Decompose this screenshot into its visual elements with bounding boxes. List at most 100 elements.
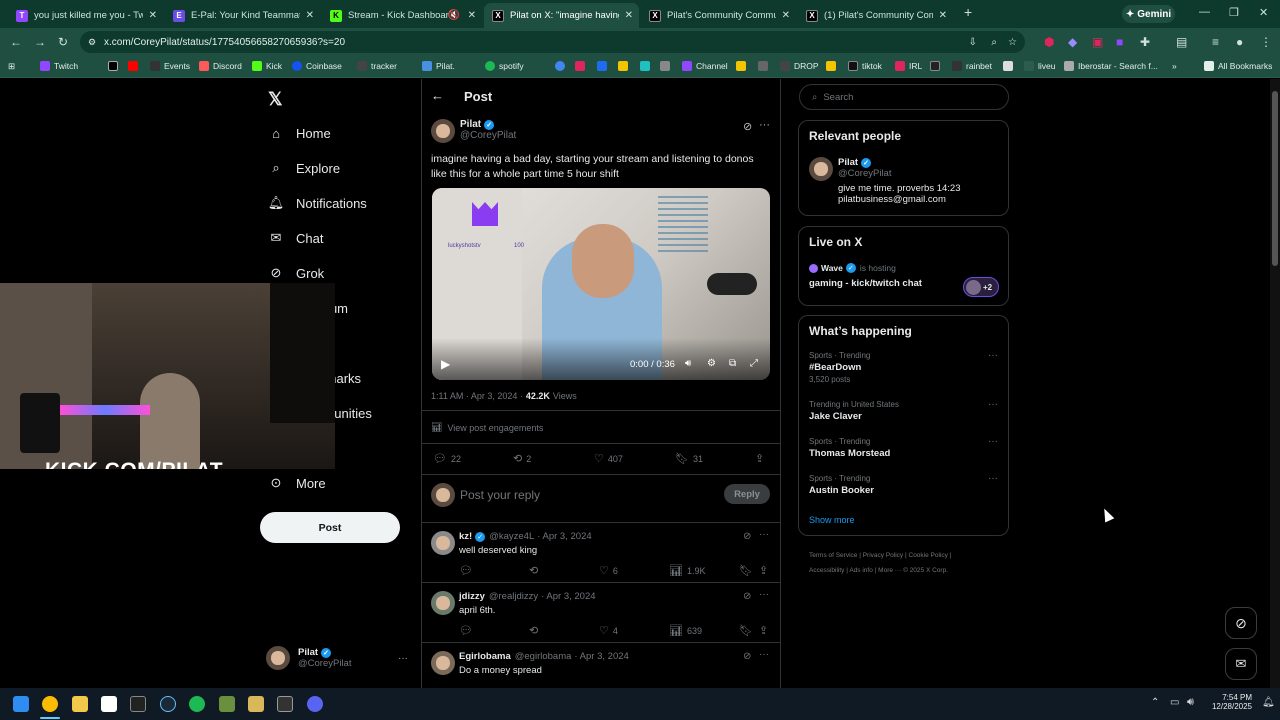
clock[interactable]: 7:54 PM 12/28/2025 [1208, 693, 1252, 711]
extension-icon[interactable]: ▣ [1092, 35, 1103, 49]
grok-floating-button[interactable]: ⊘ [1225, 607, 1257, 639]
app-icon[interactable] [248, 696, 264, 712]
close-tab-icon[interactable]: ✕ [939, 10, 947, 21]
view-engagements-link[interactable]: 📊︎ View post engagements [431, 422, 543, 433]
volume-icon[interactable]: 🔊︎ [1187, 696, 1194, 709]
obs-icon[interactable] [277, 696, 293, 712]
trend-item[interactable]: Sports · Trending #BearDown 3,520 posts [809, 351, 870, 384]
repost-action[interactable]: ⟲ [529, 624, 542, 637]
extension-icon[interactable]: ⬢ [1044, 35, 1054, 49]
profile-avatar-icon[interactable]: ● [1236, 35, 1243, 49]
post-button[interactable]: Post [260, 512, 400, 543]
bookmark-liveu[interactable]: liveu [1024, 61, 1055, 71]
bookmark-star-icon[interactable]: ☆ [1008, 37, 1017, 48]
volume-icon[interactable]: 🔊︎ [685, 358, 691, 369]
chrome-taskbar-icon[interactable] [42, 696, 58, 712]
bookmark-icon[interactable] [758, 61, 772, 71]
more-dots-icon[interactable]: ··· [759, 649, 769, 660]
spotify-taskbar-icon[interactable] [189, 696, 205, 712]
views-action[interactable]: 📊︎ 639 [669, 624, 702, 637]
author-handle[interactable]: @CoreyPilat [460, 130, 516, 141]
bookmark-spotify[interactable]: spotify [485, 61, 524, 71]
trend-item[interactable]: Sports · Trending Thomas Morstead [809, 437, 890, 459]
settings-icon[interactable]: ⚙ [707, 358, 716, 369]
extension-icon[interactable]: ◆ [1068, 35, 1077, 49]
bookmark-icon[interactable] [826, 61, 840, 71]
close-tab-icon[interactable]: ✕ [149, 10, 157, 21]
play-icon[interactable]: ▶ [441, 357, 450, 371]
nav-explore[interactable]: ⌕ Explore [268, 160, 340, 176]
avatar[interactable] [809, 157, 833, 181]
nav-more[interactable]: ⊙ More [268, 475, 326, 491]
bookmark-icon[interactable] [930, 61, 944, 71]
windows-start-icon[interactable] [13, 696, 29, 712]
bookmarks-overflow-icon[interactable]: » [1172, 61, 1177, 71]
bookmark-twitch[interactable]: Twitch [40, 61, 78, 71]
footer-link[interactable]: Terms of Service [809, 552, 857, 559]
bookmark-kick[interactable]: Kick [252, 61, 282, 71]
share-action[interactable]: ⇪ [759, 624, 772, 637]
bookmark-icon[interactable] [736, 61, 750, 71]
bookmark-tiktok[interactable]: tiktok [848, 61, 882, 71]
browser-tab[interactable]: XPilat's Community Community✕ [641, 3, 796, 28]
all-bookmarks[interactable]: All Bookmarks [1204, 61, 1272, 71]
close-window-icon[interactable]: ✕ [1259, 6, 1268, 19]
browser-tab[interactable]: Tyou just killed me you - Twitch✕ [8, 3, 163, 28]
bookmark-coinbase[interactable]: Coinbase [292, 61, 342, 71]
reply-action[interactable]: 💬︎ 22 [433, 452, 461, 465]
show-more-link[interactable]: Show more [809, 515, 855, 525]
more-dots-icon[interactable]: ··· [988, 399, 998, 410]
epic-games-icon[interactable] [130, 696, 146, 712]
discord-taskbar-icon[interactable] [307, 696, 323, 712]
minimize-icon[interactable]: — [1199, 6, 1210, 18]
share-action[interactable]: ⇪ [755, 452, 768, 465]
bookmark-x[interactable] [108, 61, 122, 71]
install-app-icon[interactable]: ⇩ [969, 37, 977, 48]
reply-item[interactable]: jdizzy @realjdizzy · Apr 3, 2024 april 6th… [421, 583, 780, 642]
more-dots-icon[interactable]: ··· [988, 436, 998, 447]
live-on-x-card[interactable]: Live on X Wave ✓ is hosting gaming - kick… [798, 226, 1009, 306]
nav-notifications[interactable]: 🔔︎ Notifications [268, 195, 367, 211]
like-action[interactable]: ♡ 407 [594, 452, 623, 465]
gemini-button[interactable]: ✦ Gemini [1122, 5, 1175, 23]
media-controls-icon[interactable]: ≡ [1212, 35, 1219, 49]
bookmark-discord[interactable]: Discord [199, 61, 242, 71]
footer-link[interactable]: Cookie Policy [909, 552, 948, 559]
browser-tab[interactable]: X(1) Pilat's Community Commun✕ [798, 3, 953, 28]
page-scrollbar[interactable] [1270, 79, 1280, 688]
close-tab-icon[interactable]: ✕ [468, 10, 476, 21]
twitch-extension-icon[interactable]: ■ [1116, 35, 1123, 49]
pip-icon[interactable]: ⧉ [729, 358, 736, 369]
grok-icon[interactable]: ⊘ [743, 531, 751, 542]
bookmark-action[interactable]: 🔖︎ [739, 624, 757, 637]
app-icon[interactable] [101, 696, 117, 712]
minecraft-icon[interactable] [219, 696, 235, 712]
share-action[interactable]: ⇪ [759, 564, 772, 577]
bookmark-youtube[interactable] [128, 61, 142, 71]
x-logo-icon[interactable]: 𝕏 [268, 89, 283, 110]
extensions-puzzle-icon[interactable]: ✚ [1140, 35, 1150, 49]
reply-action[interactable]: 💬︎ [459, 624, 477, 637]
like-action[interactable]: ♡ 4 [599, 624, 618, 637]
reload-icon[interactable]: ↻ [58, 35, 68, 49]
scrollbar-thumb[interactable] [1272, 91, 1278, 266]
more-dots-icon[interactable]: ··· [988, 350, 998, 361]
author-name[interactable]: Pilat [460, 119, 481, 130]
close-tab-icon[interactable]: ✕ [306, 10, 314, 21]
bookmark-pilat[interactable]: Pilat. [422, 61, 455, 71]
more-dots-icon[interactable]: ··· [759, 589, 769, 600]
bookmark-events[interactable]: Events [150, 61, 190, 71]
footer-link[interactable]: Accessibility [809, 567, 844, 574]
grok-icon[interactable]: ⊘ [743, 120, 752, 133]
footer-link[interactable]: Ads info [849, 567, 873, 574]
reply-input[interactable]: Post your reply [460, 488, 540, 502]
nav-chat[interactable]: ✉ Chat [268, 230, 324, 246]
steam-icon[interactable] [160, 696, 176, 712]
notifications-icon[interactable]: 🔔︎ [1262, 697, 1275, 708]
more-dots-icon[interactable]: ··· [759, 529, 769, 540]
grok-icon[interactable]: ⊘ [743, 591, 751, 602]
tray-overflow-icon[interactable]: ⌃ [1151, 697, 1159, 708]
bookmark-drop[interactable]: DROP [780, 61, 819, 71]
trend-item[interactable]: Sports · Trending Austin Booker [809, 474, 874, 496]
bookmark-icon[interactable] [618, 61, 632, 71]
